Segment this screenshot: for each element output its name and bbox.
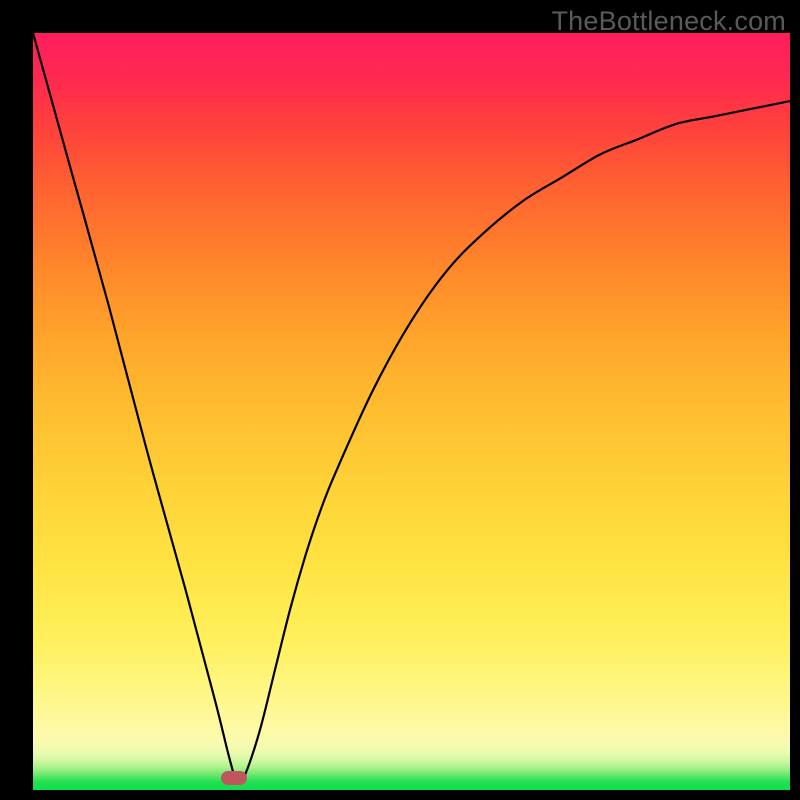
chart-frame: TheBottleneck.com (0, 0, 800, 800)
watermark-text: TheBottleneck.com (551, 6, 786, 37)
optimal-marker (221, 771, 247, 785)
plot-area (33, 33, 790, 790)
